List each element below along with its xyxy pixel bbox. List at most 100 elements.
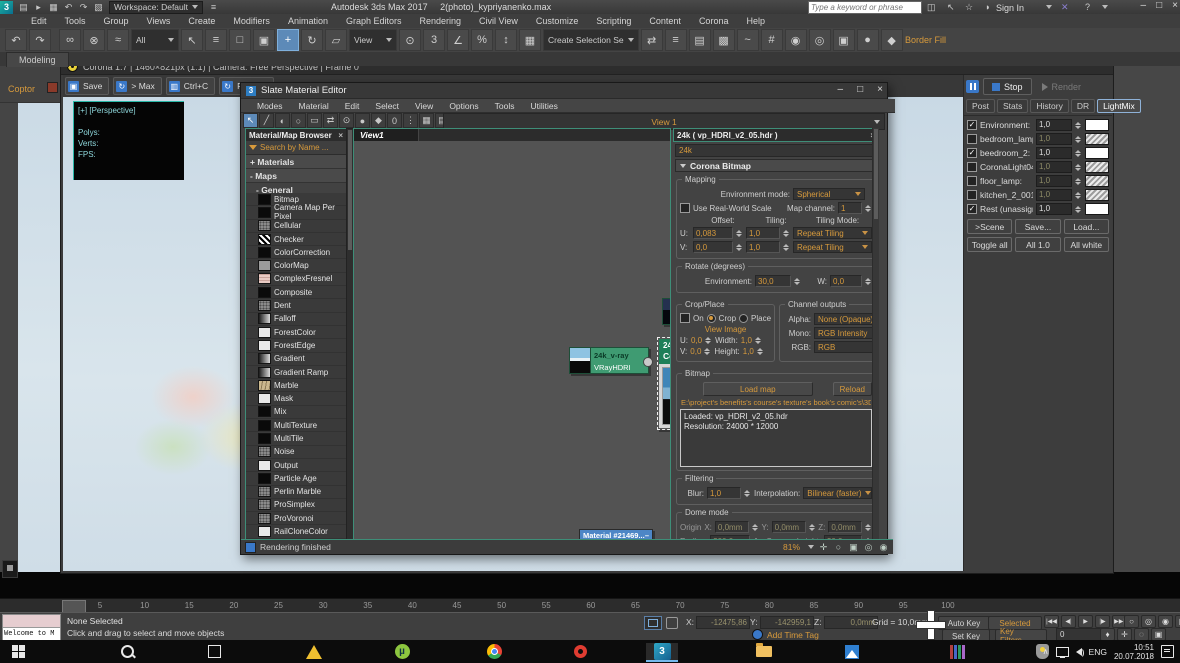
browser-item[interactable]: ProVoronoi	[246, 512, 346, 525]
sign-in-chevron-icon[interactable]	[1046, 5, 1052, 9]
chrome-icon[interactable]	[482, 643, 506, 660]
browser-item[interactable]: RailCloneColor	[246, 525, 346, 538]
menu-item[interactable]: Tools	[56, 16, 95, 26]
pick-material-icon[interactable]: ╱	[259, 113, 274, 128]
view-image-button[interactable]: View Image	[705, 325, 747, 334]
spinner-arrows-icon[interactable]	[705, 337, 712, 344]
browser-section-materials[interactable]: + Materials	[246, 155, 346, 169]
notification-center-icon[interactable]	[1161, 645, 1174, 658]
menu-item[interactable]: Content	[640, 16, 690, 26]
binoculars-search-icon[interactable]: ◫	[927, 2, 936, 13]
menu-item[interactable]: Customize	[527, 16, 588, 26]
browser-item[interactable]: Mask	[246, 392, 346, 405]
user-icon[interactable]: ◗	[985, 2, 990, 12]
browser-item[interactable]: Checker	[246, 233, 346, 246]
crop-v-value[interactable]: 0,0	[690, 347, 701, 356]
maximize-button[interactable]: □	[1156, 0, 1162, 11]
winrar-icon[interactable]	[945, 643, 969, 660]
origin-x-field[interactable]: 0,0mm	[715, 521, 749, 533]
z-coordinate-field[interactable]: 0,0mm	[824, 616, 878, 629]
browser-item[interactable]: ColorCorrection	[246, 246, 346, 259]
corona-bitmap-rollout[interactable]: Corona Bitmap	[675, 159, 877, 172]
node-24k-coronabitmap-selected[interactable]: 24k CoronaBitmap	[657, 337, 671, 430]
output-socket[interactable]	[643, 357, 653, 367]
help-chevron-icon[interactable]	[1102, 5, 1108, 9]
select-by-name-icon[interactable]: ≡	[205, 29, 227, 51]
3dsmax-logo-icon[interactable]: 3	[0, 1, 13, 14]
interpolation-dropdown[interactable]: Bilinear (faster)	[803, 487, 872, 499]
render-setup-icon[interactable]: ◎	[809, 29, 831, 51]
viewport-label[interactable]: [+] [Perspective]	[78, 106, 136, 115]
load-lightmix-button[interactable]: Load...	[1064, 219, 1109, 234]
zoom-viewport-icon[interactable]: ○	[1124, 615, 1139, 628]
ribbon-tool-label[interactable]: Coptor	[8, 84, 35, 94]
zoom-icon[interactable]: ○	[833, 542, 844, 553]
lightmix-color-swatch[interactable]	[1085, 161, 1109, 173]
show-map-icon[interactable]: ◆	[371, 113, 386, 128]
lightmix-color-swatch[interactable]	[1085, 203, 1109, 215]
graphite-icon[interactable]: ▩	[713, 29, 735, 51]
close-button[interactable]: ×	[1172, 0, 1178, 11]
show-preview-icon[interactable]: ●	[355, 113, 370, 128]
pause-icon[interactable]	[966, 80, 979, 93]
spinner-arrows-icon[interactable]	[736, 244, 743, 251]
selection-filter-dropdown[interactable]: All	[131, 29, 179, 51]
photos-app-icon[interactable]	[840, 643, 864, 660]
move-children-icon[interactable]: ⇄	[323, 113, 338, 128]
browser-search-field[interactable]: Search by Name ...	[246, 141, 346, 155]
origin-y-field[interactable]: 0,0mm	[772, 521, 806, 533]
percent-snap-icon[interactable]: %	[471, 29, 493, 51]
map-channel-field[interactable]: 1	[838, 202, 862, 214]
browser-item[interactable]: Perlin Marble	[246, 486, 346, 499]
lightmix-color-swatch[interactable]	[1085, 147, 1109, 159]
zoom-region-icon[interactable]: ▣	[848, 542, 859, 553]
browser-item[interactable]: Composite	[246, 286, 346, 299]
rendered-frame-icon[interactable]: ▣	[833, 29, 855, 51]
menu-item[interactable]: Views	[138, 16, 180, 26]
zoom-extents-icon[interactable]: ◎	[863, 542, 874, 553]
slate-menu-item[interactable]: Select	[367, 101, 407, 111]
y-coordinate-field[interactable]: -142959,1	[760, 616, 814, 629]
menu-item[interactable]: Civil View	[470, 16, 527, 26]
browser-item[interactable]: Camera Map Per Pixel	[246, 206, 346, 219]
create-selection-set-dropdown[interactable]: Create Selection Se	[543, 29, 639, 51]
menu-item[interactable]: Create	[179, 16, 224, 26]
align-icon[interactable]: ≡	[665, 29, 687, 51]
menu-item[interactable]: Help	[737, 16, 774, 26]
render-button[interactable]: Render	[1036, 79, 1088, 94]
menu-item[interactable]: Group	[95, 16, 138, 26]
browser-section-maps[interactable]: - Maps	[246, 169, 346, 183]
u-offset-field[interactable]: 0,083	[693, 227, 733, 239]
material-editor-icon[interactable]: ◉	[785, 29, 807, 51]
curve-editor-icon[interactable]: ~	[737, 29, 759, 51]
x-coordinate-field[interactable]: -12475,86	[696, 616, 750, 629]
lightmix-value-field[interactable]: 1,0	[1036, 189, 1072, 201]
browser-item[interactable]: Falloff	[246, 313, 346, 326]
isolate-selection-icon[interactable]	[644, 616, 662, 630]
mono-dropdown[interactable]: RGB Intensity	[814, 327, 879, 339]
hide-unused-icon[interactable]: ◐	[275, 113, 290, 128]
undo-quick-icon[interactable]: ↶	[62, 1, 75, 13]
browser-item[interactable]: Dent	[246, 299, 346, 312]
slate-close-button[interactable]: ×	[877, 84, 883, 95]
minimize-button[interactable]: –	[1141, 0, 1147, 11]
slate-titlebar[interactable]: 3 Slate Material Editor – □ ×	[241, 83, 887, 99]
workspace-menu-icon[interactable]: ≡	[207, 1, 220, 13]
lightmix-value-field[interactable]: 1,0	[1036, 119, 1072, 131]
lightmix-value-field[interactable]: 1,0	[1036, 161, 1072, 173]
utorrent-icon[interactable]: µ	[390, 643, 414, 660]
browser-item[interactable]: ForestEdge	[246, 339, 346, 352]
spinner-arrows-icon[interactable]	[1075, 122, 1082, 129]
alpha-dropdown[interactable]: None (Opaque)	[814, 313, 879, 325]
exchange-icon[interactable]: ✕	[1061, 2, 1069, 13]
task-view-icon[interactable]	[202, 643, 226, 660]
vfb-copy-button[interactable]: ▥ Ctrl+C	[166, 77, 215, 95]
canvas-zoom-level[interactable]: 81%	[783, 542, 800, 552]
lay-horizontal-icon[interactable]: ▦	[419, 113, 434, 128]
menu-item[interactable]: Corona	[690, 16, 738, 26]
tray-chevron-icon[interactable]: ∧	[1043, 647, 1049, 656]
crop-w-value[interactable]: 1,0	[741, 336, 752, 345]
spinner-arrows-icon[interactable]	[744, 490, 751, 497]
zoom-extents-icon[interactable]: ◎	[1141, 615, 1156, 628]
language-indicator[interactable]: ENG	[1089, 647, 1107, 657]
